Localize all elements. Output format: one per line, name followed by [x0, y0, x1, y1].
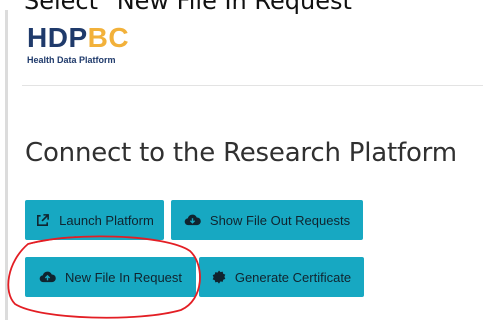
header-divider	[22, 85, 483, 86]
generate-certificate-label: Generate Certificate	[234, 269, 352, 285]
cloud-download-icon	[184, 214, 201, 226]
page-title: Connect to the Research Platform	[25, 138, 457, 168]
launch-platform-button[interactable]: Launch Platform	[25, 200, 164, 240]
logo-accent: BC	[87, 22, 130, 53]
certificate-icon	[212, 270, 226, 284]
launch-platform-label: Launch Platform	[59, 212, 154, 228]
external-link-icon	[37, 213, 50, 226]
show-file-out-requests-label: Show File Out Requests	[209, 212, 351, 228]
logo-primary: HDP	[27, 22, 88, 53]
instruction-caption: Select "New File In Request"	[24, 0, 363, 15]
cloud-upload-icon	[39, 271, 56, 283]
hdpbc-logo: HDPBC Health Data Platform	[27, 24, 129, 66]
new-file-in-request-button[interactable]: New File In Request	[25, 257, 196, 297]
logo-subtitle: Health Data Platform	[27, 55, 116, 65]
left-border	[5, 10, 8, 320]
new-file-in-request-label: New File In Request	[64, 269, 183, 285]
logo-wordmark: HDPBC	[27, 24, 129, 52]
generate-certificate-button[interactable]: Generate Certificate	[199, 257, 364, 297]
show-file-out-requests-button[interactable]: Show File Out Requests	[171, 200, 363, 240]
